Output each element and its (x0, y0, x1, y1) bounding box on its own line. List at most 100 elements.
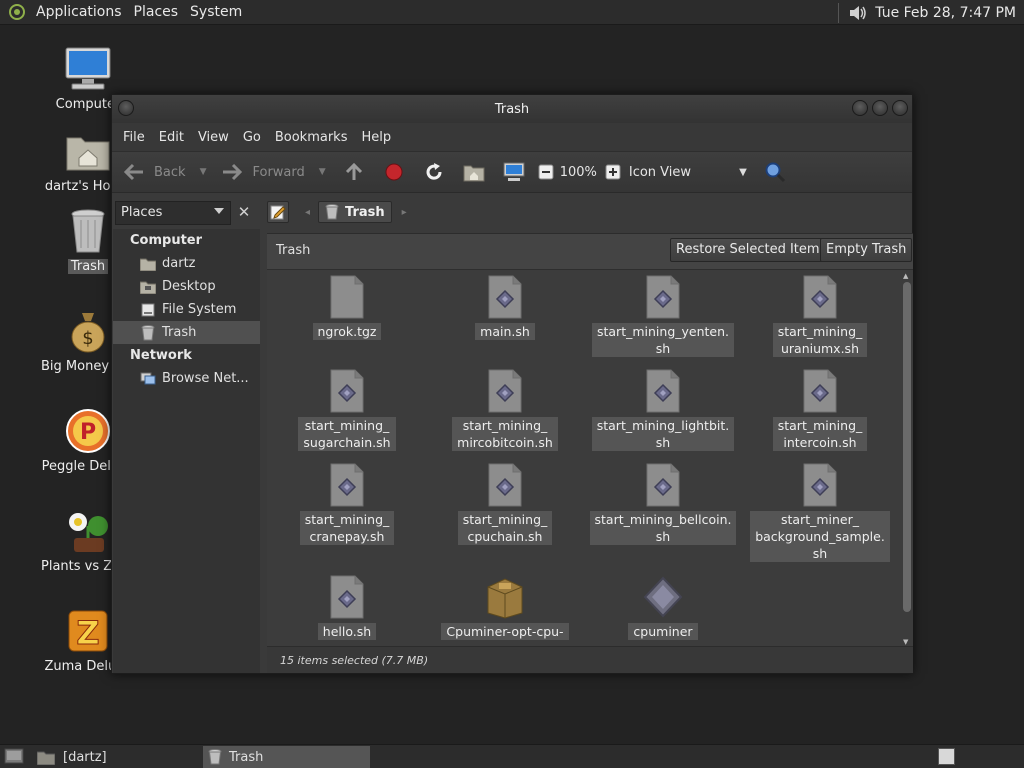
menu-bookmarks[interactable]: Bookmarks (275, 130, 348, 145)
package-file-icon (485, 575, 525, 619)
script-file-icon (485, 463, 525, 507)
file-name: ngrok.tgz (312, 323, 382, 340)
edit-location-icon[interactable] (267, 201, 289, 223)
breadcrumb-label: Trash (345, 204, 385, 220)
file-item[interactable]: ngrok.tgz (272, 275, 422, 340)
file-item[interactable]: hello.sh (272, 575, 422, 640)
file-item[interactable]: Cpuminer-opt-cpu- (430, 575, 580, 640)
sidebar-item-label: dartz (162, 256, 196, 271)
file-grid: ngrok.tgz main.sh start_mining_yenten. sh s… (267, 271, 901, 646)
back-button[interactable]: Back (122, 160, 186, 184)
plants-icon (64, 507, 112, 555)
stop-icon[interactable] (382, 160, 406, 184)
applications-menu[interactable]: Applications (36, 4, 122, 20)
script-file-icon (485, 369, 525, 413)
file-name: start_mining_ uraniumx.sh (772, 323, 868, 357)
volume-icon[interactable] (847, 3, 869, 23)
zoom-out-icon[interactable] (534, 160, 558, 184)
scroll-down-icon[interactable]: ▼ (903, 638, 908, 646)
breadcrumb-trash[interactable]: Trash (318, 201, 392, 223)
forward-button[interactable]: Forward (220, 160, 305, 184)
script-file-icon (327, 463, 367, 507)
close-button[interactable] (892, 100, 908, 116)
clock[interactable]: Tue Feb 28, 7:47 PM (875, 5, 1016, 21)
back-label: Back (154, 164, 186, 180)
script-file-icon (643, 369, 683, 413)
search-icon[interactable] (763, 160, 787, 184)
file-item[interactable]: main.sh (430, 275, 580, 340)
restore-selected-button[interactable]: Restore Selected Items (670, 238, 833, 262)
sidebar-item-trash[interactable]: Trash (113, 321, 260, 344)
minimize-button[interactable] (852, 100, 868, 116)
empty-trash-button[interactable]: Empty Trash (820, 238, 913, 262)
file-name: cpuminer (628, 623, 698, 640)
trash-icon (64, 207, 112, 255)
file-name: Cpuminer-opt-cpu- (441, 623, 569, 640)
peggle-icon: P (64, 407, 112, 455)
file-item[interactable]: start_mining_ uraniumx.sh (745, 275, 895, 357)
window-titlebar[interactable]: Trash (112, 95, 912, 123)
computer-icon[interactable] (502, 160, 526, 184)
file-item[interactable]: start_mining_yenten. sh (588, 275, 738, 357)
taskbar-item-trash[interactable]: Trash (203, 746, 370, 768)
svg-text:$: $ (82, 328, 93, 349)
menu-file[interactable]: File (123, 130, 145, 145)
system-menu[interactable]: System (190, 4, 242, 20)
places-menu[interactable]: Places (134, 4, 179, 20)
file-item[interactable]: cpuminer (588, 575, 738, 640)
path-right-arrow-icon[interactable]: ▸ (402, 207, 407, 218)
sidebar-item-browse-network[interactable]: Browse Net... (113, 367, 260, 390)
taskbar-item-label: [dartz] (63, 749, 107, 765)
file-item[interactable]: start_mining_ mircobitcoin.sh (430, 369, 580, 451)
maximize-button[interactable] (872, 100, 888, 116)
trash-info-bar: Trash Restore Selected Items Empty Trash (267, 234, 913, 270)
path-left-arrow-icon[interactable]: ◂ (305, 207, 310, 218)
file-item[interactable]: start_miner_ background_sample. sh (745, 463, 895, 562)
workspace-switcher[interactable] (938, 748, 955, 765)
desktop-icon-label: Trash (67, 259, 109, 274)
main-menu-logo-icon[interactable] (6, 3, 28, 21)
pathbar: ◂ Trash ▸ (267, 199, 407, 225)
trash-icon (207, 749, 223, 765)
file-item[interactable]: start_mining_bellcoin. sh (588, 463, 738, 545)
file-item[interactable]: start_mining_ sugarchain.sh (272, 369, 422, 451)
show-desktop-icon[interactable] (4, 748, 24, 768)
file-item[interactable]: start_mining_ cpuchain.sh (430, 463, 580, 545)
taskbar-item-label: Trash (229, 749, 264, 765)
menu-go[interactable]: Go (243, 130, 261, 145)
svg-text:Z: Z (76, 614, 99, 652)
close-sidebar-icon[interactable]: ✕ (234, 203, 254, 223)
zoom-level: 100% (559, 164, 597, 180)
file-item[interactable]: start_mining_lightbit. sh (588, 369, 738, 451)
sidebar-item-file-system[interactable]: File System (113, 298, 260, 321)
view-mode-value: Icon View (628, 164, 692, 180)
vertical-scrollbar[interactable]: ▲ ▼ (901, 272, 912, 646)
menu-view[interactable]: View (198, 130, 229, 145)
back-history-dropdown[interactable]: ▼ (200, 167, 207, 177)
svg-text:P: P (80, 420, 96, 445)
file-item[interactable]: start_mining_ cranepay.sh (272, 463, 422, 545)
location-bar: Places ✕ (112, 195, 912, 229)
sidebar-item-label: File System (162, 302, 237, 317)
taskbar-item-dartz[interactable]: [dartz] (37, 746, 197, 768)
chevron-down-icon: ▼ (739, 166, 747, 178)
zoom-in-icon[interactable] (601, 160, 625, 184)
up-arrow-icon[interactable] (342, 160, 366, 184)
sidebar-item-desktop[interactable]: Desktop (113, 275, 260, 298)
sidebar-item-dartz[interactable]: dartz (113, 252, 260, 275)
money-bag-icon: $ (64, 307, 112, 355)
sidebar-item-label: Trash (162, 325, 197, 340)
home-icon[interactable] (462, 160, 486, 184)
scrollbar-thumb[interactable] (903, 282, 911, 612)
forward-history-dropdown[interactable]: ▼ (319, 167, 326, 177)
home-folder-icon (140, 256, 156, 272)
file-item[interactable]: start_mining_ intercoin.sh (745, 369, 895, 451)
reload-icon[interactable] (422, 160, 446, 184)
window-menu-button[interactable] (118, 100, 134, 116)
scroll-up-icon[interactable]: ▲ (903, 272, 908, 280)
menu-help[interactable]: Help (361, 130, 391, 145)
sidebar-type-select[interactable]: Places (115, 201, 231, 225)
menu-edit[interactable]: Edit (159, 130, 184, 145)
zuma-icon: Z (64, 607, 112, 655)
view-mode-select[interactable]: Icon View ▼ (629, 165, 747, 180)
